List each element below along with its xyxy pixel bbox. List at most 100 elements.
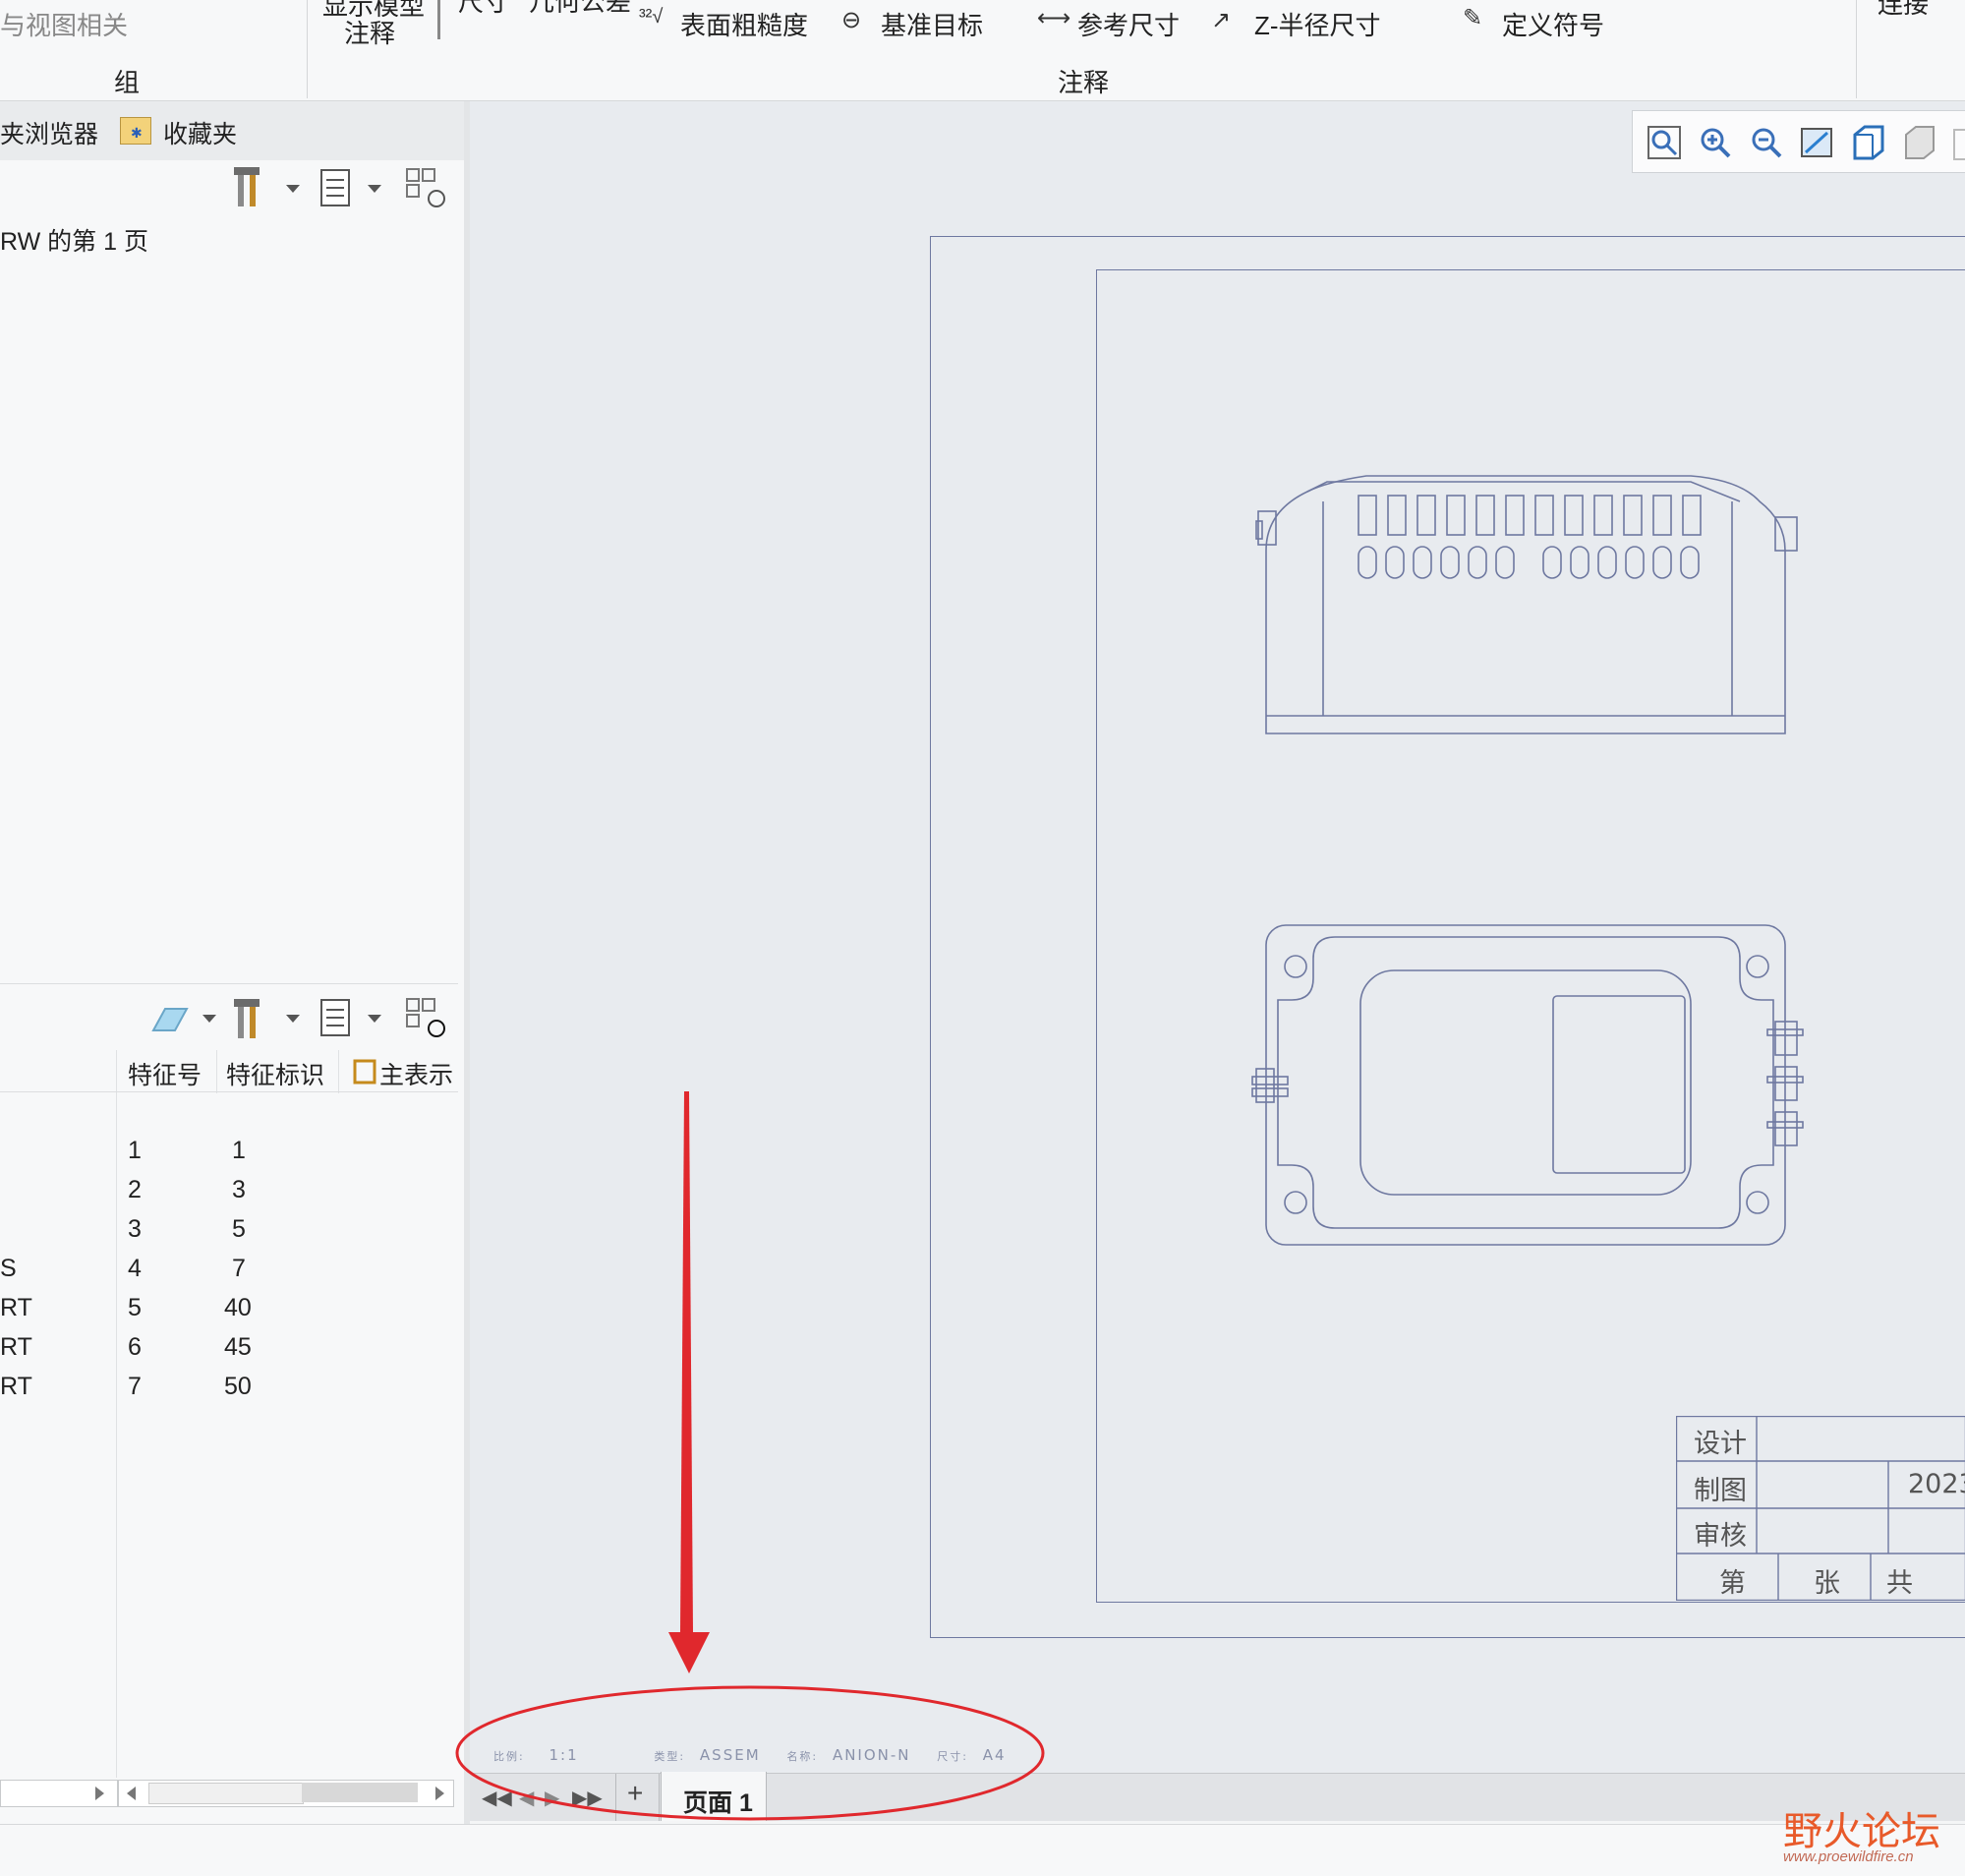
repaint-icon[interactable] (1800, 125, 1835, 160)
first-page-icon[interactable]: ◀◀ (482, 1786, 512, 1810)
z-radius-dimension-button[interactable]: Z-半径尺寸 (1254, 6, 1381, 42)
datum-target-icon: ⊖ (841, 6, 861, 34)
vent-hole (1653, 547, 1671, 578)
row-name: RT (0, 1373, 32, 1401)
title-block-sheet: 张 (1814, 1561, 1840, 1600)
drawing-top-view[interactable] (1248, 919, 1809, 1254)
chevron-down-icon[interactable] (368, 185, 381, 193)
ribbon: 与视图相关 显示模型 注释 尺寸 几何公差 ³²√ 表面粗糙度 ⊖ 基准目标 ⟷… (0, 0, 1965, 101)
scale-value: 1:1 (549, 1746, 579, 1764)
row-feature-id: 5 (232, 1215, 246, 1244)
vent-hole (1469, 547, 1486, 578)
status-bar (0, 1824, 1965, 1876)
row-feature-number: 1 (128, 1137, 142, 1165)
row-feature-number: 2 (128, 1176, 142, 1204)
scrollbar-track[interactable] (302, 1783, 418, 1802)
row-feature-number: 6 (128, 1333, 142, 1362)
size-label: 尺寸: (937, 1750, 968, 1763)
graphics-toolbar (1632, 110, 1965, 173)
pagebar-divider (659, 1774, 660, 1821)
master-rep-icon (352, 1058, 377, 1085)
last-page-icon[interactable]: ▶▶ (572, 1786, 603, 1810)
chevron-down-icon[interactable] (368, 1015, 381, 1023)
vent-hole (1358, 547, 1376, 578)
scroll-right-icon[interactable] (95, 1787, 104, 1800)
horizontal-scrollbar[interactable] (118, 1780, 454, 1807)
zoom-fit-icon[interactable] (1647, 125, 1682, 160)
dimension-button[interactable]: 尺寸 (458, 0, 509, 19)
display-style-icon[interactable] (1851, 123, 1886, 162)
page-tab-label: 页面 1 (683, 1784, 753, 1819)
ribbon-separator (1856, 0, 1857, 98)
column-header-master-rep[interactable]: 主表示 (379, 1056, 453, 1091)
vent-slot (1653, 496, 1671, 535)
settings-tools-icon[interactable] (232, 997, 263, 1040)
tree-filter-icon[interactable] (405, 997, 448, 1040)
tab-folder-browser[interactable]: 夹浏览器 (0, 115, 98, 150)
show-list-icon[interactable] (320, 999, 350, 1036)
datum-target-button[interactable]: 基准目标 (881, 6, 983, 42)
vent-hole (1681, 547, 1699, 578)
navigator-tabbar: 夹浏览器 ✱ 收藏夹 (0, 101, 464, 160)
vent-slot (1565, 496, 1583, 535)
size-value: A4 (983, 1746, 1007, 1764)
zoom-out-icon[interactable] (1749, 125, 1784, 160)
model-tree-panel (0, 101, 470, 1824)
page-tab[interactable]: 页面 1 (661, 1772, 767, 1821)
scroll-right-icon[interactable] (435, 1787, 444, 1800)
panel-divider (0, 983, 458, 984)
header-divider (0, 1091, 458, 1092)
favorites-folder-icon: ✱ (120, 117, 151, 145)
row-name: S (0, 1255, 17, 1283)
eraser-icon[interactable] (149, 1003, 191, 1036)
column-divider (338, 1050, 339, 1093)
scroll-left-icon[interactable] (127, 1787, 136, 1800)
geometric-tolerance-button[interactable]: 几何公差 (529, 0, 631, 19)
scrollbar-thumb[interactable] (148, 1783, 304, 1804)
zoom-in-icon[interactable] (1698, 125, 1733, 160)
vent-slot (1388, 496, 1406, 535)
row-feature-number: 3 (128, 1215, 142, 1244)
show-list-icon[interactable] (320, 169, 350, 206)
title-block-drafting: 制图 (1694, 1469, 1747, 1507)
vent-hole (1571, 547, 1589, 578)
saved-orientations-icon[interactable] (1902, 123, 1937, 162)
row-name: RT (0, 1294, 32, 1322)
view-related-label[interactable]: 与视图相关 (0, 6, 128, 42)
more-tools-icon[interactable] (1953, 129, 1965, 160)
tree-filter-icon[interactable] (405, 167, 448, 210)
vent-slot (1417, 496, 1435, 535)
add-page-button[interactable]: + (627, 1778, 643, 1809)
chevron-down-icon[interactable] (202, 1015, 216, 1023)
annotate-group-label: 注释 (1058, 63, 1109, 99)
drawing-front-view[interactable] (1248, 462, 1809, 747)
horizontal-scrollbar[interactable] (0, 1780, 118, 1807)
title-block: 设计 制图 审核 2023 第 张 共 (1676, 1416, 1965, 1601)
connect-button[interactable]: 连接 (1878, 0, 1929, 21)
chevron-down-icon[interactable] (286, 185, 300, 193)
row-feature-id: 50 (224, 1373, 252, 1401)
column-header-feature-number[interactable]: 特征号 (128, 1056, 202, 1091)
group-label: 组 (114, 63, 140, 99)
type-value: ASSEM (700, 1746, 761, 1764)
vent-hole (1386, 547, 1404, 578)
chevron-down-icon[interactable] (286, 1015, 300, 1023)
vent-slot (1358, 496, 1376, 535)
title-block-total: 共 (1886, 1561, 1913, 1600)
define-symbol-icon: ✎ (1463, 4, 1482, 32)
reference-dimension-button[interactable]: 参考尺寸 (1077, 6, 1180, 42)
tab-favorites[interactable]: 收藏夹 (163, 115, 237, 150)
previous-page-icon[interactable]: ◀ (519, 1786, 534, 1810)
column-divider (116, 1050, 117, 1778)
tree-item-page[interactable]: RW 的第 1 页 (0, 222, 148, 258)
row-feature-number: 7 (128, 1373, 142, 1401)
next-page-icon[interactable]: ▶ (545, 1786, 559, 1810)
surface-roughness-button[interactable]: 表面粗糙度 (680, 6, 808, 42)
column-header-feature-id[interactable]: 特征标识 (226, 1056, 324, 1091)
vent-slot (1683, 496, 1701, 535)
define-symbol-button[interactable]: 定义符号 (1502, 6, 1604, 42)
row-feature-id: 3 (232, 1176, 246, 1204)
settings-tools-icon[interactable] (232, 165, 263, 208)
row-feature-number: 4 (128, 1255, 142, 1283)
vent-slot (1594, 496, 1612, 535)
